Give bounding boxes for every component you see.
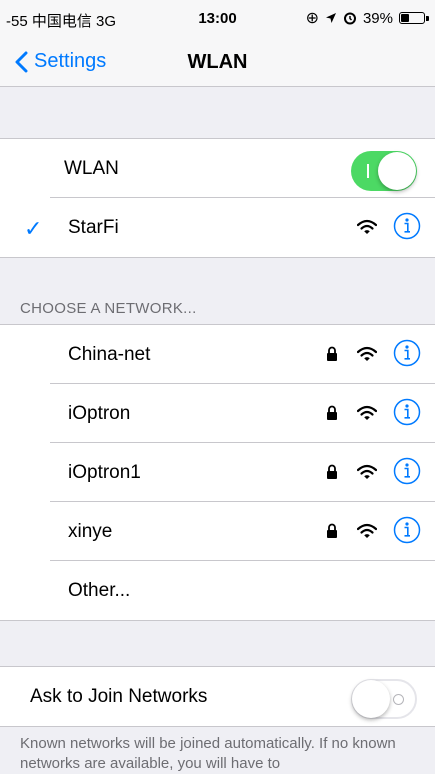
lock-icon xyxy=(327,523,337,538)
connected-network-name: StarFi xyxy=(68,217,119,238)
lock-icon xyxy=(327,405,337,420)
network-list: China-net iOptron iOptron1 xinye Other..… xyxy=(0,324,435,621)
network-row[interactable]: xinye xyxy=(0,502,435,561)
lock-icon xyxy=(327,346,337,361)
alarm-icon xyxy=(343,12,356,25)
page-title: WLAN xyxy=(187,51,248,73)
location-icon xyxy=(325,13,336,23)
wlan-toggle[interactable] xyxy=(351,151,417,191)
wifi-signal-icon xyxy=(357,523,377,538)
status-indicators: ⊕ 39% xyxy=(305,8,429,28)
network-name: iOptron1 xyxy=(68,462,141,483)
ask-to-join-description: Known networks will be joined automatica… xyxy=(20,735,396,772)
network-row[interactable]: China-net xyxy=(0,325,435,384)
network-row[interactable]: iOptron xyxy=(0,384,435,443)
wifi-signal-icon xyxy=(357,464,377,479)
wifi-signal-icon xyxy=(357,219,377,234)
other-network-label: Other... xyxy=(68,580,131,601)
network-name: China-net xyxy=(68,344,151,365)
choose-network-header: CHOOSE A NETWORK... xyxy=(20,300,197,317)
wlan-label: WLAN xyxy=(64,158,119,179)
network-name: iOptron xyxy=(68,403,131,424)
battery-percent: 39% xyxy=(362,9,393,27)
other-network-row[interactable]: Other... xyxy=(0,561,435,620)
network-row[interactable]: iOptron1 xyxy=(0,443,435,502)
ask-to-join-group: Ask to Join Networks xyxy=(0,666,435,727)
battery-icon xyxy=(399,12,429,24)
info-icon[interactable] xyxy=(393,339,421,367)
status-bar: -55 中国电信 3G 13:00 ⊕ 39% xyxy=(0,0,435,40)
navigation-bar: Settings WLAN xyxy=(0,40,435,87)
info-icon[interactable] xyxy=(393,516,421,544)
info-icon[interactable] xyxy=(393,398,421,426)
battery-fill xyxy=(401,14,409,22)
wifi-signal-icon xyxy=(357,346,377,361)
wifi-signal-icon xyxy=(357,405,377,420)
network-name: xinye xyxy=(68,521,113,542)
ask-to-join-row: Ask to Join Networks xyxy=(0,667,435,726)
wlan-toggle-row: WLAN xyxy=(0,139,435,198)
checkmark-icon: ✓ xyxy=(24,216,43,241)
info-icon[interactable] xyxy=(393,457,421,485)
connected-network-row[interactable]: ✓ StarFi xyxy=(0,198,435,257)
rotation-lock-icon: ⊕ xyxy=(305,10,319,27)
info-icon[interactable] xyxy=(393,212,421,240)
lock-icon xyxy=(327,464,337,479)
ask-to-join-toggle[interactable] xyxy=(351,679,417,719)
ask-to-join-label: Ask to Join Networks xyxy=(30,686,208,707)
wlan-group: WLAN ✓ StarFi xyxy=(0,138,435,258)
